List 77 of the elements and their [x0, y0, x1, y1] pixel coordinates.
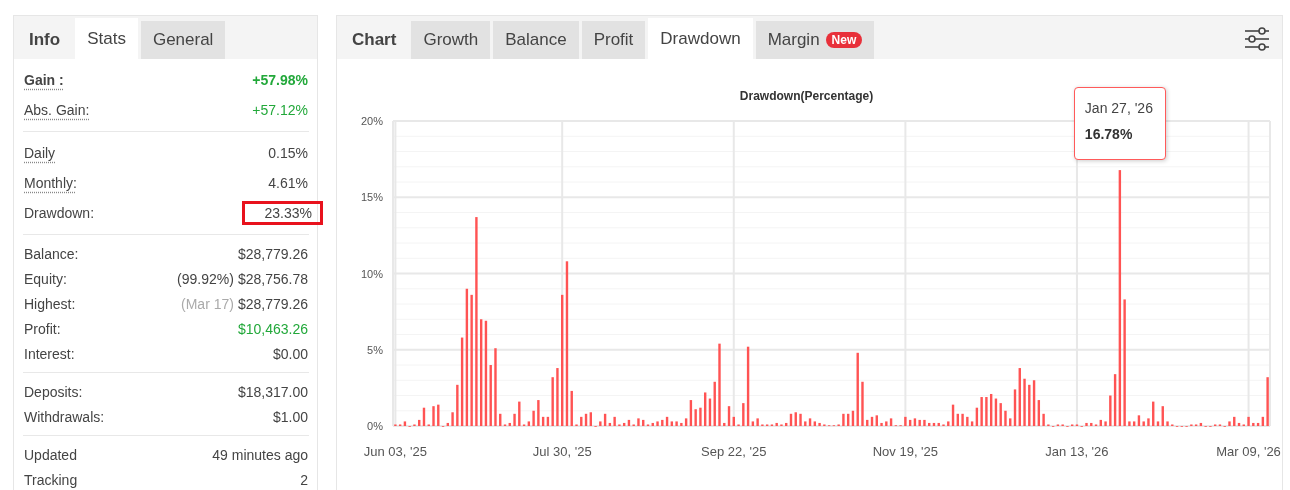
stat-value: $0.00	[272, 345, 308, 362]
new-badge: New	[825, 32, 863, 48]
stat-value: +57.12%	[252, 102, 308, 118]
stat-label: Balance:	[24, 245, 79, 262]
chart-bar	[861, 381, 864, 426]
chart-bar	[1147, 418, 1150, 426]
stat-label: Deposits:	[24, 383, 83, 400]
y-axis-label: 5%	[367, 343, 383, 356]
chart-title: Drawdown(Percentage)	[739, 89, 874, 103]
stat-value: +57.98%	[252, 72, 308, 88]
chart-bar	[556, 368, 559, 426]
chart-bar	[1166, 421, 1169, 426]
stat-value: 23.33%	[241, 201, 323, 225]
stat-label: Gain :	[24, 72, 64, 88]
stat-label: Highest:	[24, 295, 76, 312]
stat-label: Updated	[24, 446, 77, 463]
x-axis-label: Jan 13, '26	[1045, 444, 1109, 459]
stat-value: $1.00	[272, 408, 308, 425]
stat-value: 2	[300, 471, 308, 488]
y-axis-label: 10%	[360, 267, 383, 280]
chart-bar	[1085, 422, 1088, 426]
stat-value: $10,463.26	[237, 320, 308, 337]
stat-note: (Mar 17)	[181, 295, 234, 312]
stat-label: Monthly:	[24, 175, 77, 191]
chart-tab[interactable]: Drawdown	[648, 18, 753, 59]
chart-bar	[1023, 378, 1026, 426]
tooltip-value: 16.78%	[1084, 126, 1134, 142]
chart-bar	[1104, 421, 1107, 426]
chart-bar	[1228, 421, 1231, 426]
chart-bar	[1247, 416, 1250, 426]
stat-label: Equity:	[24, 270, 67, 287]
stat-value: 4.61%	[268, 175, 308, 191]
stat-value: $28,779.26	[237, 245, 308, 262]
y-axis-label: 0%	[367, 420, 383, 432]
x-axis-label: Nov 19, '25	[872, 444, 939, 459]
chart-bar	[923, 419, 926, 426]
stat-label: Withdrawals:	[24, 408, 105, 425]
chart-tab[interactable]: Growth	[411, 21, 491, 59]
tooltip-date: Jan 27, '26	[1084, 100, 1154, 116]
stat-label: Tracking	[24, 471, 78, 488]
x-axis-label: Jun 03, '25	[363, 444, 427, 459]
chart-bar	[513, 413, 516, 426]
chart-bar	[451, 412, 454, 426]
stats-tab[interactable]: Info	[17, 21, 73, 59]
chart-bar	[656, 421, 659, 426]
stat-label: Daily	[24, 145, 56, 161]
stat-note: (99.92%)	[177, 270, 234, 287]
stat-label: Interest:	[24, 345, 75, 362]
chart-bar	[432, 406, 435, 426]
chart-bar	[799, 413, 802, 426]
stats-tab[interactable]: General	[140, 21, 226, 59]
chart-bar	[818, 422, 821, 426]
chart-bar	[842, 413, 845, 426]
y-axis-label: 20%	[360, 115, 383, 127]
chart-bar	[699, 407, 702, 426]
chart-tab[interactable]: Balance	[493, 21, 579, 59]
chart-tab[interactable]: Profit	[581, 21, 646, 59]
chart-tab[interactable]: Chart	[340, 21, 409, 59]
stat-value: $28,756.78	[237, 270, 308, 287]
chart-tab[interactable]: Margin New	[755, 21, 875, 59]
stats-tab[interactable]: Stats	[75, 18, 138, 59]
stat-value: $28,779.26	[237, 295, 308, 312]
chart-bar	[1004, 410, 1007, 426]
x-axis-label: Mar 09, '26	[1216, 444, 1281, 459]
stat-value: 0.15%	[268, 145, 308, 161]
chart-bar	[637, 418, 640, 426]
stat-label: Profit:	[24, 320, 61, 337]
stat-value: $18,317.00	[237, 383, 308, 400]
stat-label: Drawdown:	[24, 205, 95, 221]
x-axis-label: Sep 22, '25	[701, 444, 767, 459]
settings-icon[interactable]	[1244, 27, 1270, 51]
chart-bar	[880, 422, 883, 426]
chart-bar	[961, 413, 964, 426]
stat-label: Abs. Gain:	[24, 102, 90, 118]
stat-value: 49 minutes ago	[212, 446, 308, 463]
x-axis-label: Jul 30, '25	[532, 444, 592, 459]
y-axis-label: 15%	[360, 191, 383, 204]
